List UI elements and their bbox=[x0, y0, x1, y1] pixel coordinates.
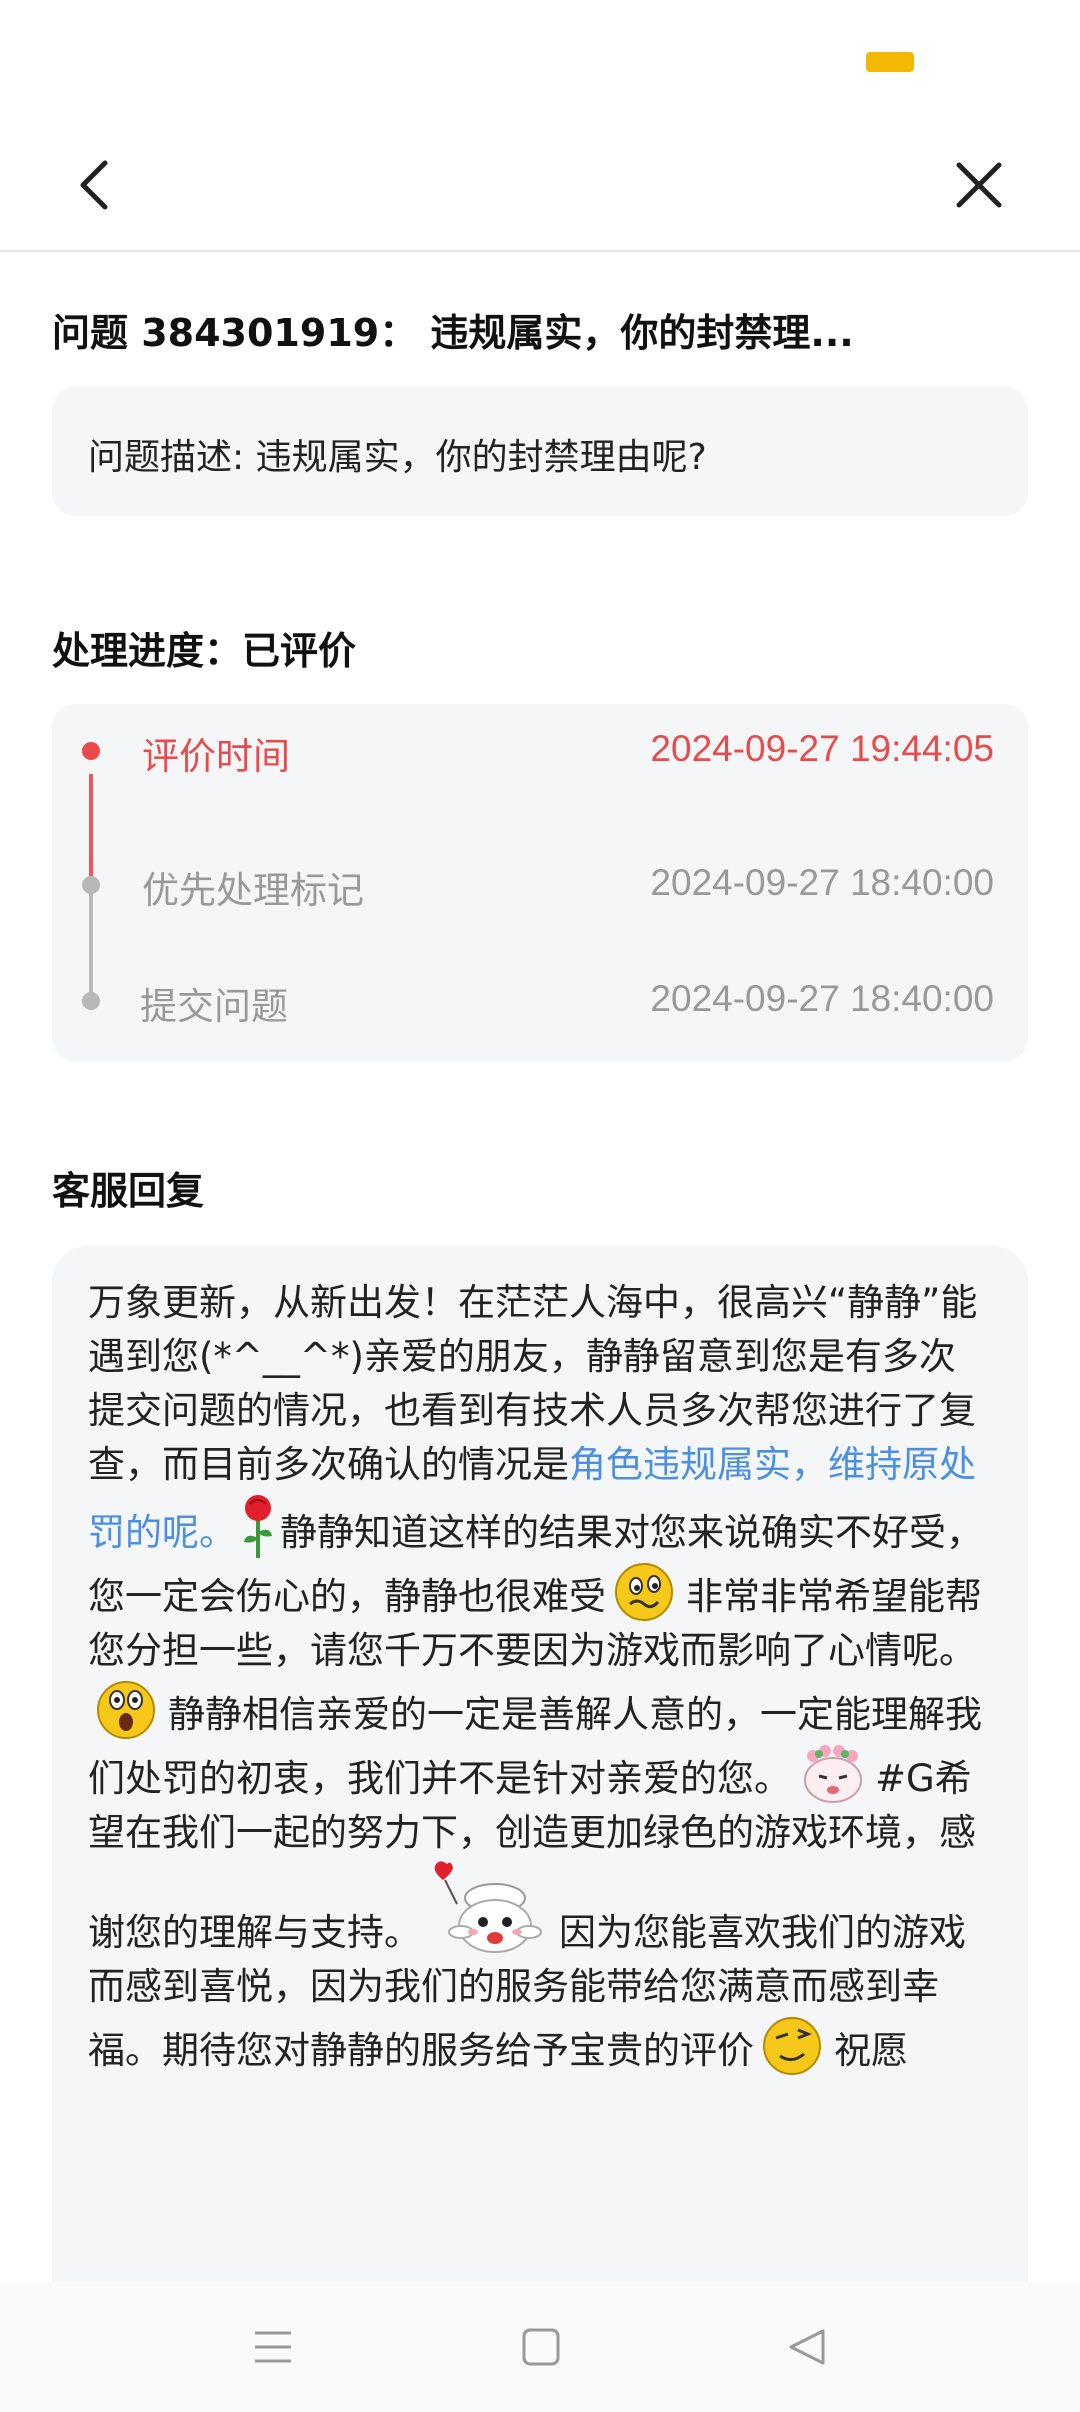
system-back-button[interactable] bbox=[762, 2312, 852, 2382]
timeline-item-label: 提交问题 bbox=[140, 985, 288, 1028]
reply-text: 万象更新，从新出发！在茫茫人海中，很高兴“静静”能遇到您(*^__^*)亲爱的朋… bbox=[88, 1276, 992, 2078]
timeline-line-active bbox=[89, 774, 93, 886]
timeline-item-time: 2024-09-27 18:40:00 bbox=[650, 862, 994, 903]
reply-title: 客服回复 bbox=[52, 1169, 205, 1213]
flower-crown-emoji-icon bbox=[795, 1742, 871, 1806]
system-nav-bar bbox=[0, 2282, 1080, 2412]
menu-icon bbox=[255, 2331, 291, 2363]
timeline-dot bbox=[82, 876, 100, 894]
recent-apps-button[interactable] bbox=[228, 2312, 318, 2382]
question-description: 问题描述: 违规属实，你的封禁理由呢? bbox=[88, 437, 707, 478]
wink-face-emoji-icon bbox=[758, 2014, 830, 2078]
rose-emoji-icon bbox=[240, 1492, 276, 1560]
timeline-dot bbox=[82, 992, 100, 1010]
timeline-dot-active bbox=[82, 742, 100, 760]
progress-title: 处理进度：已评价 bbox=[52, 629, 357, 673]
timeline-item-label: 评价时间 bbox=[142, 735, 290, 778]
progress-timeline: 评价时间 2024-09-27 19:44:05 优先处理标记 2024-09-… bbox=[52, 704, 1028, 1062]
back-button[interactable] bbox=[50, 140, 140, 230]
question-title: 问题 384301919： 违规属实，你的封禁理... bbox=[52, 311, 854, 355]
chef-heart-emoji-icon bbox=[425, 1860, 555, 1960]
reply-box: 万象更新，从新出发！在茫茫人海中，很高兴“静静”能遇到您(*^__^*)亲爱的朋… bbox=[52, 1246, 1028, 2282]
status-bar bbox=[0, 0, 1080, 120]
reply-segment: 祝愿 bbox=[834, 2029, 908, 2072]
timeline-item-time: 2024-09-27 18:40:00 bbox=[650, 978, 994, 1019]
timeline-item-time: 2024-09-27 19:44:05 bbox=[650, 728, 994, 769]
home-button[interactable] bbox=[496, 2312, 586, 2382]
surprised-face-emoji-icon bbox=[92, 1678, 164, 1742]
top-nav-bar bbox=[0, 120, 1080, 252]
ticket-detail-content[interactable]: 问题 384301919： 违规属实，你的封禁理... 问题描述: 违规属实，你… bbox=[0, 252, 1080, 2282]
wavy-face-emoji-icon bbox=[610, 1560, 682, 1624]
close-button[interactable] bbox=[934, 140, 1024, 230]
question-description-box: 问题描述: 违规属实，你的封禁理由呢? bbox=[52, 386, 1028, 516]
timeline-line-inactive bbox=[89, 886, 93, 1004]
close-icon bbox=[956, 162, 1002, 208]
chevron-left-icon bbox=[80, 160, 108, 210]
home-square-icon bbox=[522, 2328, 560, 2366]
timeline-item-label: 优先处理标记 bbox=[142, 869, 364, 912]
status-indicator-pill bbox=[866, 52, 914, 72]
back-triangle-icon bbox=[789, 2329, 825, 2365]
